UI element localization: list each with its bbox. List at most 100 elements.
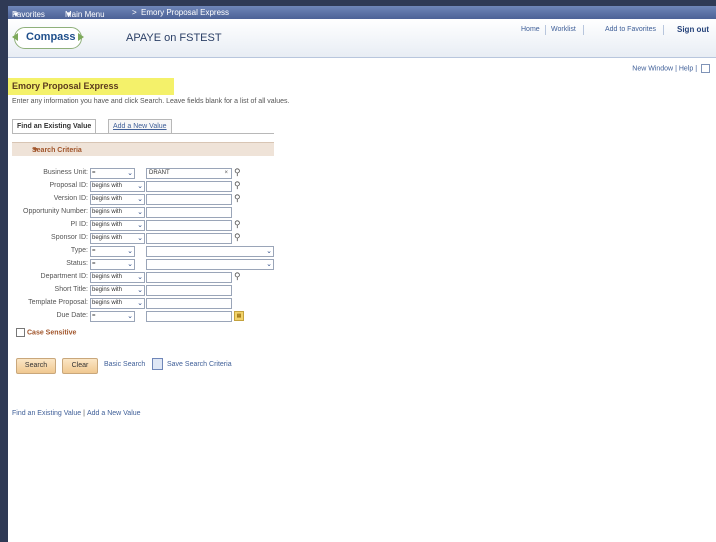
dropdown-arrow-icon: ⌄ (137, 209, 143, 216)
value-input[interactable] (146, 194, 232, 205)
clear-button[interactable]: Clear (62, 358, 98, 374)
customize-page-icon[interactable] (701, 64, 710, 73)
date-input[interactable] (146, 311, 232, 322)
sign-out-link[interactable]: Sign out (677, 25, 709, 34)
operator-select[interactable]: = ⌄ (90, 311, 135, 322)
dropdown-arrow-icon: ⌄ (127, 313, 133, 320)
save-criteria-icon[interactable] (152, 358, 163, 370)
tab-strip: Find an Existing Value Add a New Value (12, 119, 196, 134)
footer-links: Find an Existing Value | Add a New Value (12, 410, 141, 417)
lookup-icon[interactable]: ⚲ (234, 271, 241, 282)
operator-select[interactable]: begins with ⌄ (90, 233, 145, 244)
new-window-link[interactable]: New Window (632, 65, 673, 72)
lookup-icon[interactable]: ⚲ (234, 180, 241, 191)
operator-select[interactable]: = ⌄ (90, 168, 135, 179)
field-row-template-proposal: Template Proposal: begins with ⌄ (12, 298, 292, 309)
value-input[interactable] (146, 220, 232, 231)
dropdown-arrow-icon: ⌄ (137, 183, 143, 190)
breadcrumb-separator: > (132, 8, 137, 17)
field-label: PI ID: (70, 221, 88, 228)
dropdown-arrow-icon: ⌄ (266, 248, 272, 255)
case-sensitive-checkbox[interactable] (16, 328, 25, 337)
value-input[interactable] (146, 272, 232, 283)
instructions-text: Enter any information you have and click… (12, 98, 290, 105)
field-label: Template Proposal: (28, 299, 88, 306)
field-label: Proposal ID: (49, 182, 88, 189)
lookup-icon[interactable]: ⚲ (234, 219, 241, 230)
field-row-department-id: Department ID: begins with ⌄ ⚲ (12, 271, 292, 283)
field-label: Business Unit: (43, 169, 88, 176)
operator-select[interactable]: begins with ⌄ (90, 298, 145, 309)
search-criteria-header[interactable]: ▼ Search Criteria (12, 142, 274, 156)
value-input[interactable] (146, 298, 232, 309)
footer-separator: | (83, 410, 85, 417)
dropdown-arrow-icon: ⌄ (137, 235, 143, 242)
operator-select[interactable]: begins with ⌄ (90, 220, 145, 231)
favorites-caret-icon: ▼ (12, 10, 20, 19)
dropdown-arrow-icon: ⌄ (127, 261, 133, 268)
lookup-icon[interactable]: ⚲ (234, 232, 241, 243)
footer-add-new-link[interactable]: Add a New Value (87, 410, 141, 417)
field-row-status: Status: = ⌄ ⌄ (12, 259, 292, 270)
tab-find-existing[interactable]: Find an Existing Value (12, 119, 97, 134)
field-row-proposal-id: Proposal ID: begins with ⌄ ⚲ (12, 180, 292, 192)
home-link[interactable]: Home (521, 26, 540, 33)
utility-links: New Window | Help | (632, 64, 710, 73)
value-input[interactable] (146, 181, 232, 192)
search-button[interactable]: Search (16, 358, 56, 374)
basic-search-link[interactable]: Basic Search (104, 361, 145, 368)
field-row-business-unit: Business Unit: = ⌄ DRANT × ⚲ (12, 167, 292, 179)
dropdown-arrow-icon: ⌄ (127, 170, 133, 177)
field-label: Version ID: (53, 195, 88, 202)
type-select[interactable]: ⌄ (146, 246, 274, 257)
operator-select[interactable]: begins with ⌄ (90, 181, 145, 192)
main-menu-caret-icon: ▼ (65, 10, 73, 19)
utility-separator: | (695, 65, 698, 73)
worklist-link[interactable]: Worklist (551, 26, 576, 33)
clear-x-icon[interactable]: × (224, 169, 228, 178)
field-row-pi-id: PI ID: begins with ⌄ ⚲ (12, 219, 292, 231)
save-search-criteria-link[interactable]: Save Search Criteria (167, 361, 232, 368)
header-divider (663, 25, 664, 35)
header-divider (583, 25, 584, 35)
portal-header: Compass APAYE on FSTEST Home Worklist Ad… (8, 19, 716, 58)
operator-select[interactable]: = ⌄ (90, 259, 135, 270)
tab-add-new[interactable]: Add a New Value (108, 119, 172, 134)
dropdown-arrow-icon: ⌄ (137, 300, 143, 307)
breadcrumb-current[interactable]: Emory Proposal Express (141, 8, 229, 17)
operator-select[interactable]: begins with ⌄ (90, 272, 145, 283)
field-label: Opportunity Number: (23, 208, 88, 215)
status-select[interactable]: ⌄ (146, 259, 274, 270)
top-nav-bar: Favorites ▼ Main Menu ▼ > Emory Proposal… (8, 6, 716, 19)
operator-select[interactable]: begins with ⌄ (90, 285, 145, 296)
calendar-icon[interactable]: ▦ (234, 311, 244, 321)
value-input[interactable]: DRANT × (146, 168, 232, 179)
help-link[interactable]: Help (679, 65, 693, 72)
field-row-short-title: Short Title: begins with ⌄ (12, 285, 292, 296)
value-input[interactable] (146, 285, 232, 296)
field-row-due-date: Due Date: = ⌄ ▦ (12, 311, 292, 322)
field-row-version-id: Version ID: begins with ⌄ ⚲ (12, 193, 292, 205)
value-input[interactable] (146, 207, 232, 218)
dropdown-arrow-icon: ⌄ (137, 222, 143, 229)
value-input[interactable] (146, 233, 232, 244)
dropdown-arrow-icon: ⌄ (137, 196, 143, 203)
browser-content: Favorites ▼ Main Menu ▼ > Emory Proposal… (8, 6, 716, 542)
footer-find-existing-link[interactable]: Find an Existing Value (12, 410, 81, 417)
field-label: Status: (66, 260, 88, 267)
logo-arrow-right-icon (78, 33, 84, 41)
field-label: Short Title: (54, 286, 88, 293)
operator-select[interactable]: = ⌄ (90, 246, 135, 257)
field-row-sponsor-id: Sponsor ID: begins with ⌄ ⚲ (12, 232, 292, 244)
add-to-favorites-link[interactable]: Add to Favorites (605, 26, 656, 33)
operator-select[interactable]: begins with ⌄ (90, 207, 145, 218)
compass-logo[interactable]: Compass (12, 27, 84, 49)
lookup-icon[interactable]: ⚲ (234, 167, 241, 178)
tab-divider (12, 133, 274, 134)
field-label: Sponsor ID: (51, 234, 88, 241)
logo-text: Compass (26, 31, 76, 43)
lookup-icon[interactable]: ⚲ (234, 193, 241, 204)
operator-select[interactable]: begins with ⌄ (90, 194, 145, 205)
case-sensitive-option[interactable]: Case Sensitive (16, 328, 76, 337)
header-divider (545, 25, 546, 35)
